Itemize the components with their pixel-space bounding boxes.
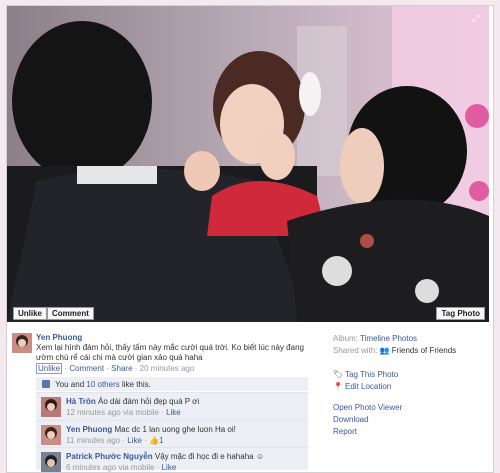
commenter-avatar[interactable]	[41, 397, 61, 417]
privacy-selector[interactable]: Friends of Friends	[392, 346, 456, 355]
likes-prefix: You and	[55, 380, 85, 389]
report-link[interactable]: Report	[333, 427, 357, 436]
post-author[interactable]: Yen Phuong	[36, 333, 82, 342]
thumbs-up-icon	[42, 380, 50, 388]
tag-photo-button[interactable]: Tag Photo	[436, 307, 485, 320]
comment-like-link[interactable]: Like	[162, 463, 177, 472]
tag-this-photo-link[interactable]: Tag This Photo	[345, 370, 398, 379]
shared-with-row: Shared with: 👥 Friends of Friends	[333, 346, 456, 355]
location-pin-icon: 📍	[333, 382, 343, 391]
share-link[interactable]: Share	[111, 364, 132, 373]
thumbs-up-icon[interactable]: 👍	[149, 436, 159, 445]
open-photo-viewer-label[interactable]: Open Photo Viewer	[333, 403, 402, 412]
edit-location-link[interactable]: Edit Location	[345, 382, 391, 391]
post-actions: Unlike · Comment · Share · 20 minutes ag…	[36, 363, 195, 374]
album-link[interactable]: Timeline Photos	[360, 334, 417, 343]
photo[interactable]: ⤢ Unlike Comment Tag Photo	[7, 6, 489, 322]
commenter-name[interactable]: Yen Phuong	[66, 425, 112, 434]
comment-text: Vậy mặc đi học đi e hahaha	[154, 452, 254, 461]
comment-text: Áo dài đám hỏi đẹp quá P ơi	[98, 397, 200, 406]
expand-icon[interactable]: ⤢	[472, 14, 481, 23]
comment-time: 11 minutes ago	[66, 436, 121, 445]
tag-icon: 🏷	[333, 370, 344, 379]
comment-text: Mac dc 1 lan uong ghe luon Ha oi!	[114, 425, 236, 434]
likes-suffix: like this.	[121, 380, 151, 389]
photo-image	[7, 6, 489, 322]
smile-emoticon-icon: ☺	[255, 452, 264, 461]
post-time: 20 minutes ago	[139, 364, 195, 373]
comment-like-link[interactable]: Like	[166, 408, 181, 417]
likes-summary: You and 10 others like this.	[36, 377, 308, 391]
comment-item: Hà Trôn Áo dài đám hỏi đẹp quá P ơi 12 m…	[36, 392, 308, 420]
album-label: Album:	[333, 334, 358, 343]
friends-icon[interactable]: 👥	[380, 346, 390, 355]
download-link[interactable]: Download	[333, 415, 369, 424]
likes-others-link[interactable]: 10 others	[86, 380, 119, 389]
report-label[interactable]: Report	[333, 427, 357, 436]
photo-details: Yen Phuong Xem lại hình đám hỏi, thấy tấ…	[7, 324, 489, 472]
commenter-avatar[interactable]	[41, 452, 61, 472]
commenter-name[interactable]: Patrick Phước Nguyễn	[66, 452, 153, 461]
comment-time: 6 minutes ago via mobile	[66, 463, 155, 472]
edit-location-row[interactable]: 📍 Edit Location	[333, 382, 391, 391]
photo-comment-button[interactable]: Comment	[47, 307, 94, 320]
comment-item: Yen Phuong Mac dc 1 lan uong ghe luon Ha…	[36, 420, 308, 447]
download-label[interactable]: Download	[333, 415, 369, 424]
album-row: Album: Timeline Photos	[333, 334, 417, 343]
photo-unlike-button[interactable]: Unlike	[13, 307, 48, 320]
comment-item: Patrick Phước Nguyễn Vậy mặc đi học đi e…	[36, 447, 308, 472]
open-photo-viewer-link[interactable]: Open Photo Viewer	[333, 403, 402, 412]
unlike-link[interactable]: Unlike	[36, 363, 63, 374]
post-caption: Xem lại hình đám hỏi, thấy tấm này mắc c…	[36, 343, 304, 362]
commenter-name[interactable]: Hà Trôn	[66, 397, 96, 406]
comment-like-count[interactable]: 1	[159, 436, 163, 445]
commenter-avatar[interactable]	[41, 425, 61, 445]
comment-link[interactable]: Comment	[69, 364, 104, 373]
comment-like-link[interactable]: Like	[127, 436, 142, 445]
shared-with-label: Shared with:	[333, 346, 378, 355]
comment-time: 12 minutes ago via mobile	[66, 408, 159, 417]
tag-this-photo-row[interactable]: 🏷 Tag This Photo	[333, 370, 398, 379]
author-avatar[interactable]	[12, 333, 32, 353]
